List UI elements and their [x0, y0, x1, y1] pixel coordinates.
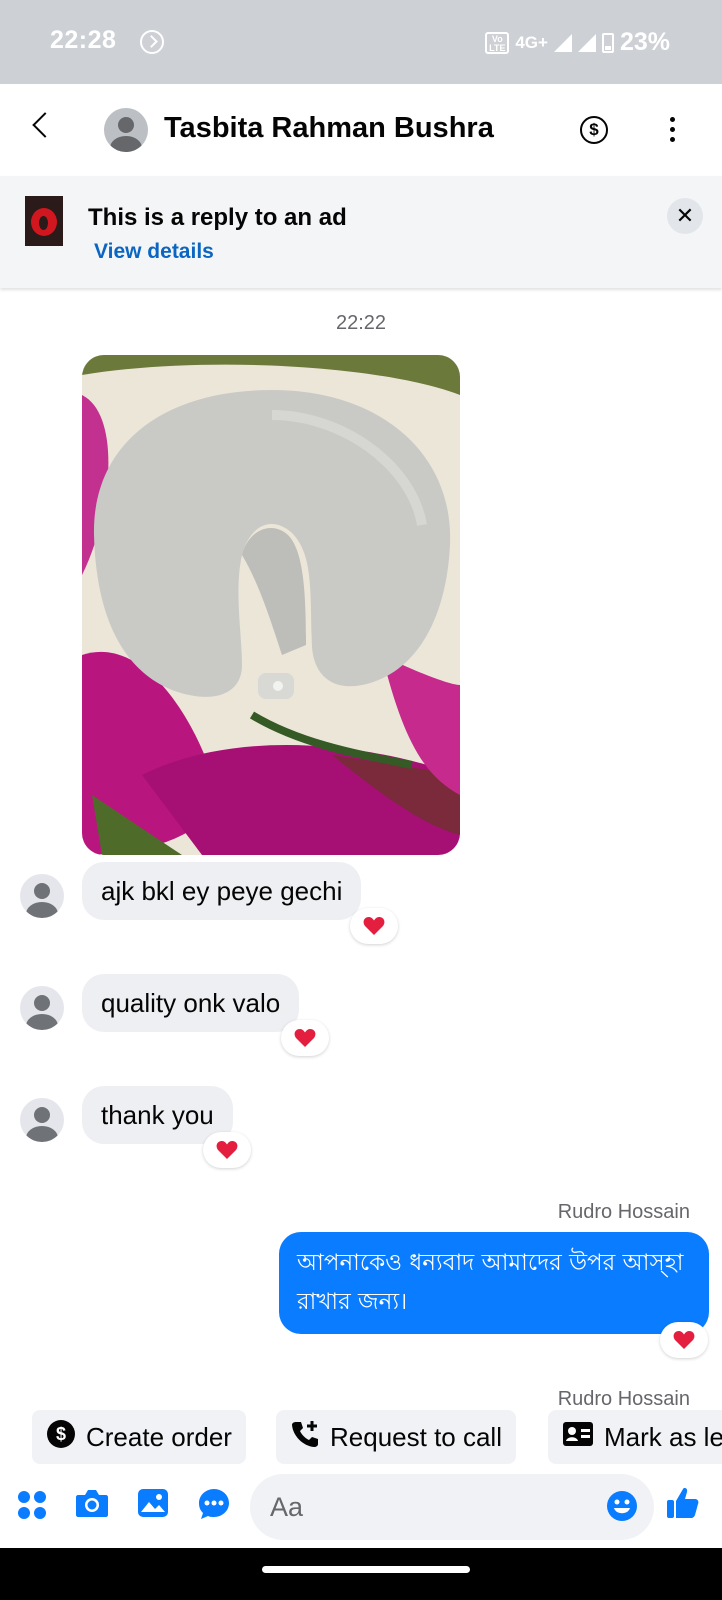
signal-icon-2 — [577, 33, 596, 52]
apps-icon[interactable] — [17, 1490, 47, 1525]
ad-thumbnail[interactable] — [25, 196, 63, 246]
camera-icon[interactable] — [75, 1488, 109, 1523]
create-order-label: Create order — [86, 1421, 232, 1452]
message-bubble-incoming[interactable]: quality onk valo — [82, 974, 300, 1032]
sender-name: Rudro Hossain — [557, 1201, 690, 1223]
sender-avatar[interactable] — [20, 986, 64, 1030]
phone-plus-icon — [290, 1419, 320, 1456]
message-photo[interactable] — [82, 355, 460, 855]
request-to-call-button[interactable]: Request to call — [276, 1410, 516, 1464]
ad-reply-banner: This is a reply to an ad View details ✕ — [0, 176, 722, 288]
gallery-icon[interactable] — [137, 1488, 169, 1523]
quick-actions-bar: $ Create order Request to call Mark as l… — [0, 1408, 722, 1466]
network-type: 4G+ — [515, 32, 548, 52]
message-input-placeholder: Aa — [270, 1492, 304, 1522]
request-to-call-label: Request to call — [330, 1421, 502, 1452]
svg-text:$: $ — [56, 1424, 66, 1444]
sender-avatar[interactable] — [20, 1098, 64, 1142]
heart-reaction-icon[interactable] — [350, 908, 398, 944]
system-navigation-bar — [0, 1548, 722, 1600]
status-time: 22:28 — [50, 26, 117, 54]
message-bubble-outgoing[interactable]: আপনাকেও ধন্যবাদ আমাদের উপর আস্হা রাখার জ… — [279, 1232, 709, 1334]
heart-reaction-icon[interactable] — [660, 1322, 708, 1358]
status-indicators: Vo LTE 4G+ 23% — [485, 28, 670, 57]
dollar-circle-icon[interactable]: $ — [580, 116, 608, 144]
status-bar: 22:28 Vo LTE 4G+ 23% — [0, 0, 722, 84]
battery-percent: 23% — [619, 28, 670, 56]
chat-more-icon[interactable] — [198, 1488, 230, 1525]
mark-as-lead-label: Mark as lead — [604, 1421, 722, 1452]
sender-avatar[interactable] — [20, 874, 64, 918]
close-icon[interactable]: ✕ — [667, 198, 703, 234]
mark-as-lead-button[interactable]: Mark as lead — [548, 1410, 722, 1464]
thumbs-up-icon[interactable] — [666, 1486, 700, 1525]
back-icon[interactable] — [32, 112, 58, 138]
view-details-link[interactable]: View details — [94, 240, 214, 264]
message-bubble-incoming[interactable]: ajk bkl ey peye gechi — [82, 862, 362, 920]
battery-icon — [601, 32, 614, 53]
volte-icon: Vo LTE — [485, 31, 510, 54]
heart-reaction-icon[interactable] — [203, 1132, 251, 1168]
message-timestamp: 22:22 — [335, 312, 387, 334]
ad-banner-title: This is a reply to an ad — [88, 204, 347, 231]
contact-card-icon — [562, 1421, 594, 1454]
signal-icon — [553, 33, 572, 52]
contact-name[interactable]: Tasbita Rahman Bushra — [164, 112, 494, 145]
heart-reaction-icon[interactable] — [281, 1020, 329, 1056]
contact-avatar[interactable] — [104, 108, 148, 152]
sync-icon — [140, 30, 164, 54]
message-input[interactable]: Aa — [250, 1474, 654, 1540]
emoji-icon[interactable] — [606, 1490, 638, 1527]
conversation-header: Tasbita Rahman Bushra $ — [0, 84, 722, 176]
dollar-circle-icon: $ — [46, 1419, 76, 1456]
create-order-button[interactable]: $ Create order — [32, 1410, 246, 1464]
more-vertical-icon[interactable] — [670, 117, 676, 143]
message-composer: Aa — [0, 1466, 722, 1548]
home-gesture-handle[interactable] — [262, 1566, 470, 1573]
